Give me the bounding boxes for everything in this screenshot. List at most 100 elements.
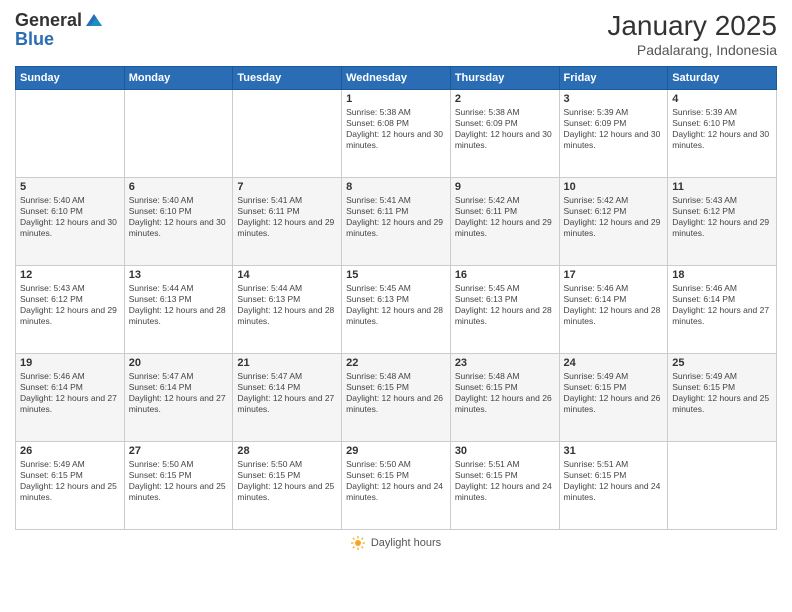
day-info: Sunrise: 5:43 AM Sunset: 6:12 PM Dayligh… <box>672 195 772 239</box>
table-row <box>16 90 125 178</box>
calendar-week-row: 12 Sunrise: 5:43 AM Sunset: 6:12 PM Dayli… <box>16 266 777 354</box>
calendar-week-row: 1 Sunrise: 5:38 AM Sunset: 6:08 PM Daylig… <box>16 90 777 178</box>
header-monday: Monday <box>124 67 233 90</box>
day-info: Sunrise: 5:50 AM Sunset: 6:15 PM Dayligh… <box>237 459 337 503</box>
day-info: Sunrise: 5:41 AM Sunset: 6:11 PM Dayligh… <box>237 195 337 239</box>
title-block: January 2025 Padalarang, Indonesia <box>607 10 777 58</box>
day-number: 25 <box>672 357 772 369</box>
day-number: 27 <box>129 445 229 457</box>
header-wednesday: Wednesday <box>342 67 451 90</box>
day-info: Sunrise: 5:51 AM Sunset: 6:15 PM Dayligh… <box>564 459 664 503</box>
day-info: Sunrise: 5:48 AM Sunset: 6:15 PM Dayligh… <box>455 371 555 415</box>
day-number: 30 <box>455 445 555 457</box>
day-number: 18 <box>672 269 772 281</box>
day-info: Sunrise: 5:39 AM Sunset: 6:09 PM Dayligh… <box>564 107 664 151</box>
day-number: 11 <box>672 181 772 193</box>
day-number: 29 <box>346 445 446 457</box>
day-number: 2 <box>455 93 555 105</box>
day-number: 1 <box>346 93 446 105</box>
day-number: 16 <box>455 269 555 281</box>
day-number: 15 <box>346 269 446 281</box>
header-sunday: Sunday <box>16 67 125 90</box>
table-row: 4 Sunrise: 5:39 AM Sunset: 6:10 PM Daylig… <box>668 90 777 178</box>
day-number: 5 <box>20 181 120 193</box>
day-info: Sunrise: 5:46 AM Sunset: 6:14 PM Dayligh… <box>20 371 120 415</box>
day-info: Sunrise: 5:44 AM Sunset: 6:13 PM Dayligh… <box>237 283 337 327</box>
day-info: Sunrise: 5:50 AM Sunset: 6:15 PM Dayligh… <box>129 459 229 503</box>
day-number: 19 <box>20 357 120 369</box>
table-row: 18 Sunrise: 5:46 AM Sunset: 6:14 PM Dayli… <box>668 266 777 354</box>
day-info: Sunrise: 5:41 AM Sunset: 6:11 PM Dayligh… <box>346 195 446 239</box>
table-row: 13Sunrise: 5:44 AM Sunset: 6:13 PM Dayli… <box>124 266 233 354</box>
table-row: 19 Sunrise: 5:46 AM Sunset: 6:14 PM Dayli… <box>16 354 125 442</box>
header-tuesday: Tuesday <box>233 67 342 90</box>
table-row: 8Sunrise: 5:41 AM Sunset: 6:11 PM Daylig… <box>342 178 451 266</box>
day-info: Sunrise: 5:47 AM Sunset: 6:14 PM Dayligh… <box>129 371 229 415</box>
table-row: 9 Sunrise: 5:42 AM Sunset: 6:11 PM Daylig… <box>450 178 559 266</box>
header: General Blue January 2025 Padalarang, In… <box>15 10 777 58</box>
table-row: 11 Sunrise: 5:43 AM Sunset: 6:12 PM Dayli… <box>668 178 777 266</box>
day-number: 31 <box>564 445 664 457</box>
daylight-label: Daylight hours <box>371 537 441 549</box>
calendar-week-row: 26 Sunrise: 5:49 AM Sunset: 6:15 PM Dayli… <box>16 442 777 530</box>
day-info: Sunrise: 5:42 AM Sunset: 6:11 PM Dayligh… <box>455 195 555 239</box>
day-number: 23 <box>455 357 555 369</box>
logo: General Blue <box>15 10 104 48</box>
day-number: 13 <box>129 269 229 281</box>
table-row: 6Sunrise: 5:40 AM Sunset: 6:10 PM Daylig… <box>124 178 233 266</box>
day-info: Sunrise: 5:38 AM Sunset: 6:09 PM Dayligh… <box>455 107 555 151</box>
day-number: 20 <box>129 357 229 369</box>
day-info: Sunrise: 5:38 AM Sunset: 6:08 PM Dayligh… <box>346 107 446 151</box>
logo-text: General Blue <box>15 10 104 48</box>
day-info: Sunrise: 5:45 AM Sunset: 6:13 PM Dayligh… <box>346 283 446 327</box>
table-row: 31 Sunrise: 5:51 AM Sunset: 6:15 PM Dayli… <box>559 442 668 530</box>
day-info: Sunrise: 5:46 AM Sunset: 6:14 PM Dayligh… <box>672 283 772 327</box>
table-row: 2 Sunrise: 5:38 AM Sunset: 6:09 PM Daylig… <box>450 90 559 178</box>
day-number: 9 <box>455 181 555 193</box>
table-row: 22Sunrise: 5:48 AM Sunset: 6:15 PM Dayli… <box>342 354 451 442</box>
page: General Blue January 2025 Padalarang, In… <box>0 0 792 612</box>
table-row: 28Sunrise: 5:50 AM Sunset: 6:15 PM Dayli… <box>233 442 342 530</box>
logo-blue: Blue <box>15 30 104 48</box>
table-row: 30Sunrise: 5:51 AM Sunset: 6:15 PM Dayli… <box>450 442 559 530</box>
day-number: 17 <box>564 269 664 281</box>
calendar-week-row: 5 Sunrise: 5:40 AM Sunset: 6:10 PM Daylig… <box>16 178 777 266</box>
month-title: January 2025 <box>607 10 777 42</box>
footer: Daylight hours <box>15 536 777 550</box>
table-row: 23 Sunrise: 5:48 AM Sunset: 6:15 PM Dayli… <box>450 354 559 442</box>
day-info: Sunrise: 5:50 AM Sunset: 6:15 PM Dayligh… <box>346 459 446 503</box>
table-row: 3 Sunrise: 5:39 AM Sunset: 6:09 PM Daylig… <box>559 90 668 178</box>
day-number: 6 <box>129 181 229 193</box>
calendar-header-row: Sunday Monday Tuesday Wednesday Thursday… <box>16 67 777 90</box>
day-number: 4 <box>672 93 772 105</box>
table-row: 7 Sunrise: 5:41 AM Sunset: 6:11 PM Daylig… <box>233 178 342 266</box>
day-info: Sunrise: 5:48 AM Sunset: 6:15 PM Dayligh… <box>346 371 446 415</box>
day-number: 10 <box>564 181 664 193</box>
table-row <box>668 442 777 530</box>
day-number: 12 <box>20 269 120 281</box>
day-number: 24 <box>564 357 664 369</box>
logo-general: General <box>15 11 82 29</box>
table-row: 26 Sunrise: 5:49 AM Sunset: 6:15 PM Dayli… <box>16 442 125 530</box>
day-number: 21 <box>237 357 337 369</box>
table-row: 10 Sunrise: 5:42 AM Sunset: 6:12 PM Dayli… <box>559 178 668 266</box>
day-number: 3 <box>564 93 664 105</box>
header-thursday: Thursday <box>450 67 559 90</box>
footer-legend: Daylight hours <box>15 536 777 550</box>
sun-icon <box>351 536 365 550</box>
table-row: 16Sunrise: 5:45 AM Sunset: 6:13 PM Dayli… <box>450 266 559 354</box>
day-info: Sunrise: 5:49 AM Sunset: 6:15 PM Dayligh… <box>20 459 120 503</box>
logo-icon <box>84 10 104 30</box>
day-info: Sunrise: 5:43 AM Sunset: 6:12 PM Dayligh… <box>20 283 120 327</box>
table-row: 20 Sunrise: 5:47 AM Sunset: 6:14 PM Dayli… <box>124 354 233 442</box>
day-info: Sunrise: 5:39 AM Sunset: 6:10 PM Dayligh… <box>672 107 772 151</box>
table-row: 17Sunrise: 5:46 AM Sunset: 6:14 PM Dayli… <box>559 266 668 354</box>
table-row: 27 Sunrise: 5:50 AM Sunset: 6:15 PM Dayli… <box>124 442 233 530</box>
day-info: Sunrise: 5:40 AM Sunset: 6:10 PM Dayligh… <box>20 195 120 239</box>
day-number: 26 <box>20 445 120 457</box>
calendar-table: Sunday Monday Tuesday Wednesday Thursday… <box>15 66 777 530</box>
day-number: 7 <box>237 181 337 193</box>
day-info: Sunrise: 5:47 AM Sunset: 6:14 PM Dayligh… <box>237 371 337 415</box>
day-info: Sunrise: 5:42 AM Sunset: 6:12 PM Dayligh… <box>564 195 664 239</box>
day-info: Sunrise: 5:49 AM Sunset: 6:15 PM Dayligh… <box>564 371 664 415</box>
